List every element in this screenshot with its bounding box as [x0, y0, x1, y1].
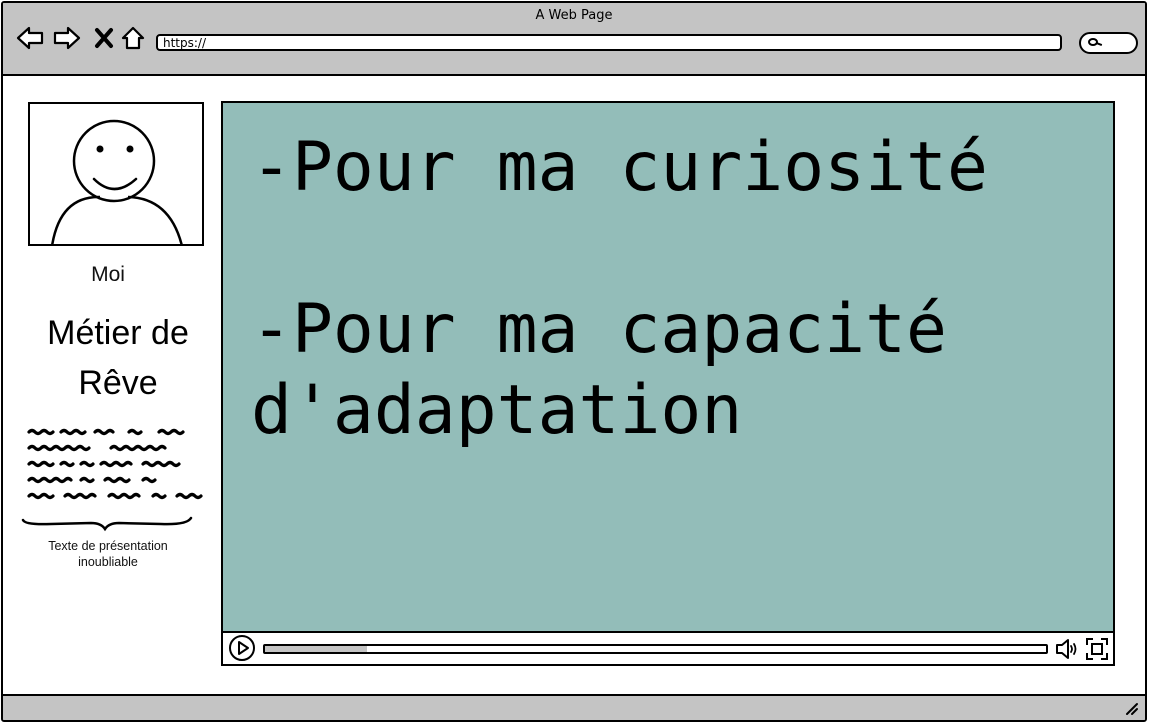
sidebar: Moi Métier de Rêve Texte de présentation… [3, 76, 215, 696]
curly-brace-divider [21, 516, 193, 532]
presentation-note: Texte de présentation inoubliable [48, 539, 168, 569]
home-icon[interactable] [118, 23, 148, 53]
window-title: A Web Page [535, 8, 613, 23]
play-button[interactable] [229, 635, 255, 661]
close-icon[interactable] [89, 23, 119, 53]
browser-window: A Web Page https:// Moi Métier de Rêve T… [1, 1, 1147, 722]
progress-fill [265, 646, 367, 652]
browser-toolbar: A Web Page https:// [3, 3, 1145, 76]
forward-arrow-icon[interactable] [52, 23, 82, 53]
profile-caption: Moi [91, 263, 125, 286]
volume-icon[interactable] [1055, 637, 1081, 661]
video-screen[interactable]: -Pour ma curiosité -Pour ma capacité d'a… [223, 103, 1113, 633]
video-line-3: -Pour ma capacité [251, 290, 947, 369]
avatar [28, 102, 204, 246]
scribbled-text-placeholder [25, 424, 210, 506]
resize-grip-icon[interactable] [1125, 702, 1139, 716]
back-arrow-icon[interactable] [15, 23, 45, 53]
user-icon [51, 119, 183, 244]
fullscreen-icon[interactable] [1085, 637, 1109, 661]
address-bar[interactable]: https:// [156, 34, 1062, 51]
play-icon [238, 641, 249, 655]
video-controls [223, 633, 1113, 664]
video-line-4: d'adaptation [251, 371, 743, 450]
status-bar [3, 694, 1145, 720]
video-line-1: -Pour ma curiosité [251, 128, 988, 207]
video-caption-text: -Pour ma curiosité -Pour ma capacité d'a… [251, 127, 988, 451]
page-title: Métier de Rêve [47, 314, 189, 402]
search-box[interactable] [1079, 32, 1138, 54]
progress-bar[interactable] [263, 644, 1048, 654]
video-player[interactable]: -Pour ma curiosité -Pour ma capacité d'a… [221, 101, 1115, 666]
